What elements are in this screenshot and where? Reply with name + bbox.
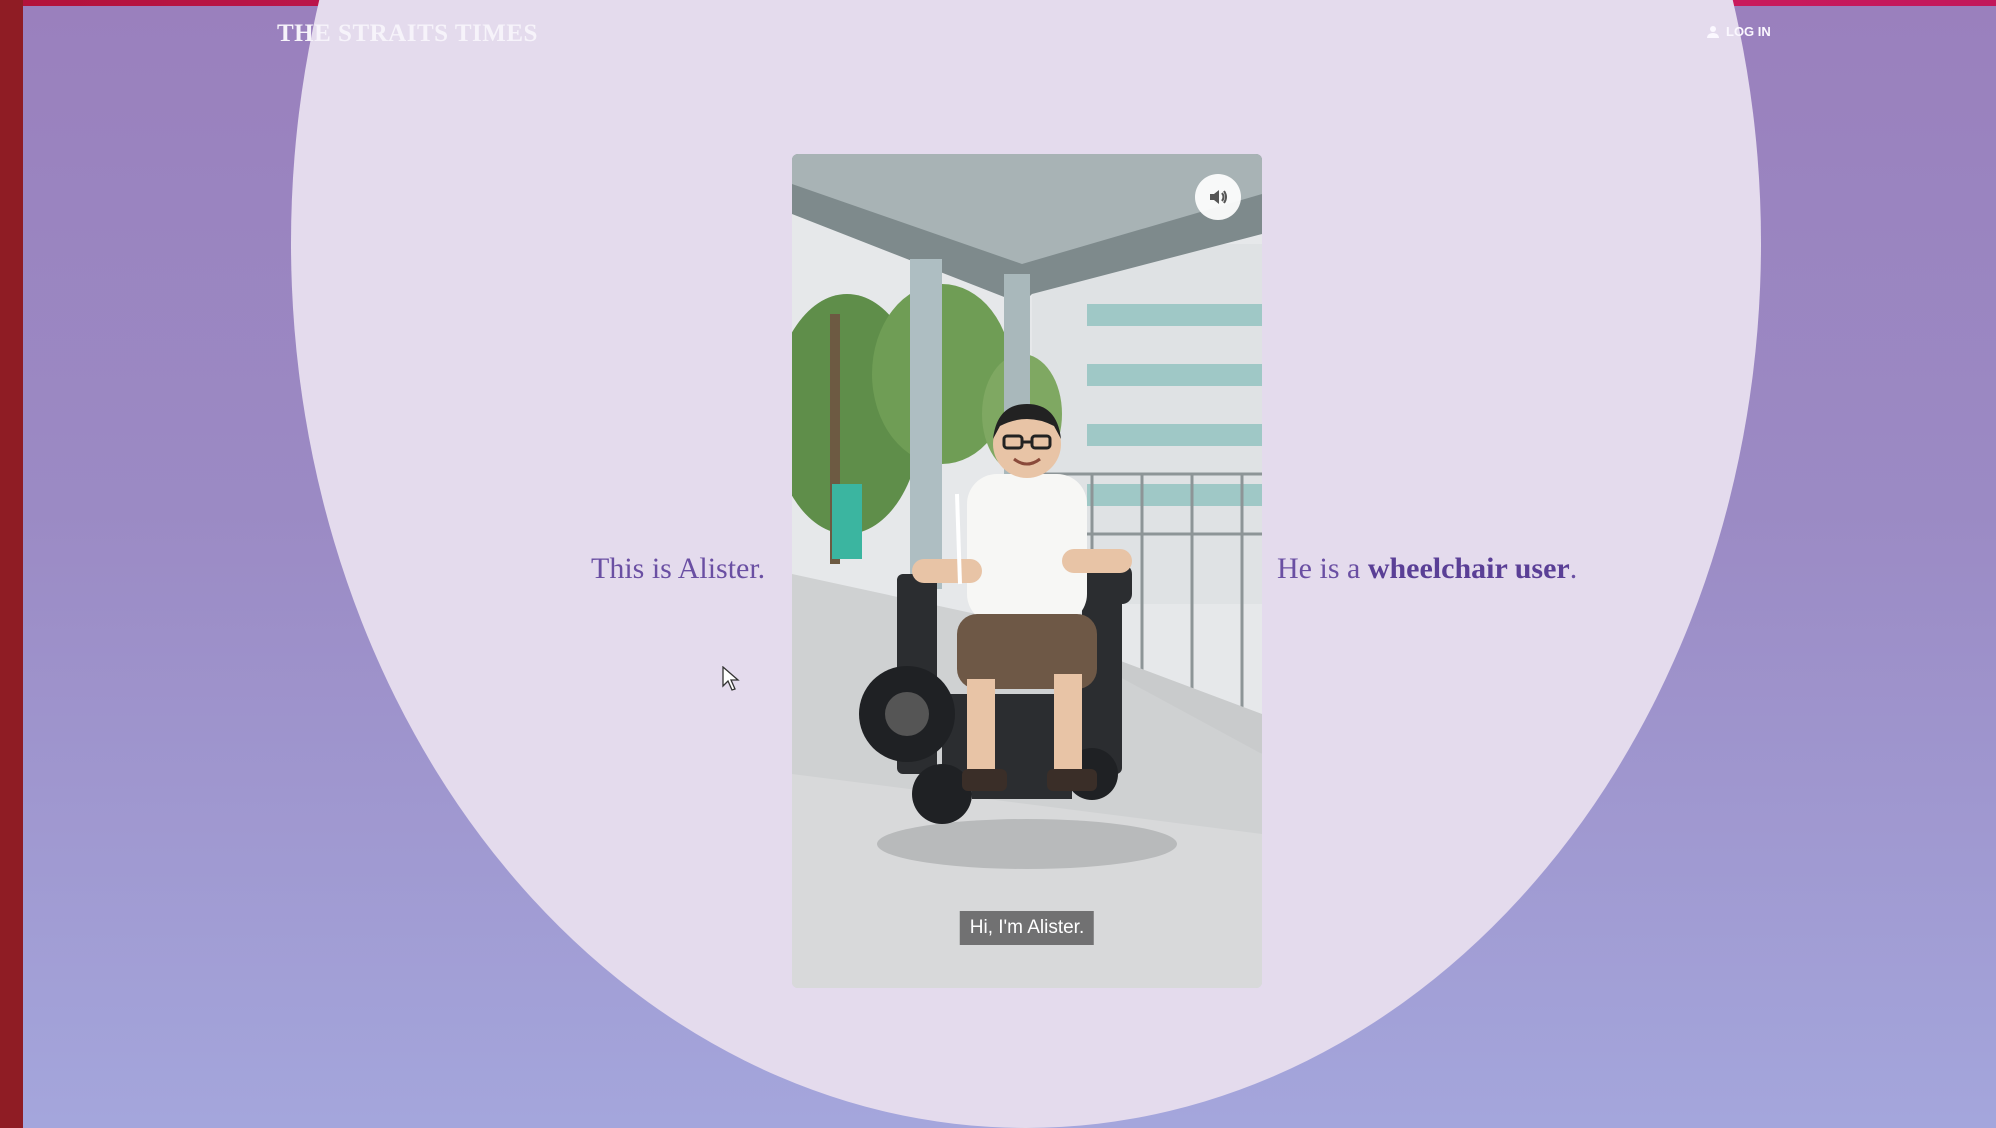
story-text-right-emphasis: wheelchair user: [1367, 552, 1570, 585]
story-text-right-suffix: .: [1569, 552, 1578, 585]
speaker-icon: [1210, 190, 1227, 204]
page: THE STRAITS TIMES LOG IN This is Alister…: [23, 0, 1996, 1128]
video-frame-image: [792, 154, 1262, 988]
story-text-left: This is Alister.: [591, 552, 766, 585]
site-logo[interactable]: THE STRAITS TIMES: [277, 20, 538, 48]
user-icon: [1707, 25, 1719, 38]
story-text-right-prefix: He is a: [1277, 552, 1368, 585]
video-caption: Hi, I'm Alister.: [959, 911, 1095, 945]
login-label: LOG IN: [1726, 24, 1771, 39]
story-text-right: He is a wheelchair user.: [1277, 551, 1577, 587]
mouse-cursor-icon: [722, 666, 740, 691]
login-button[interactable]: LOG IN: [1706, 24, 1771, 39]
sound-toggle-button[interactable]: [1195, 174, 1241, 220]
video-player[interactable]: Hi, I'm Alister.: [792, 154, 1262, 988]
